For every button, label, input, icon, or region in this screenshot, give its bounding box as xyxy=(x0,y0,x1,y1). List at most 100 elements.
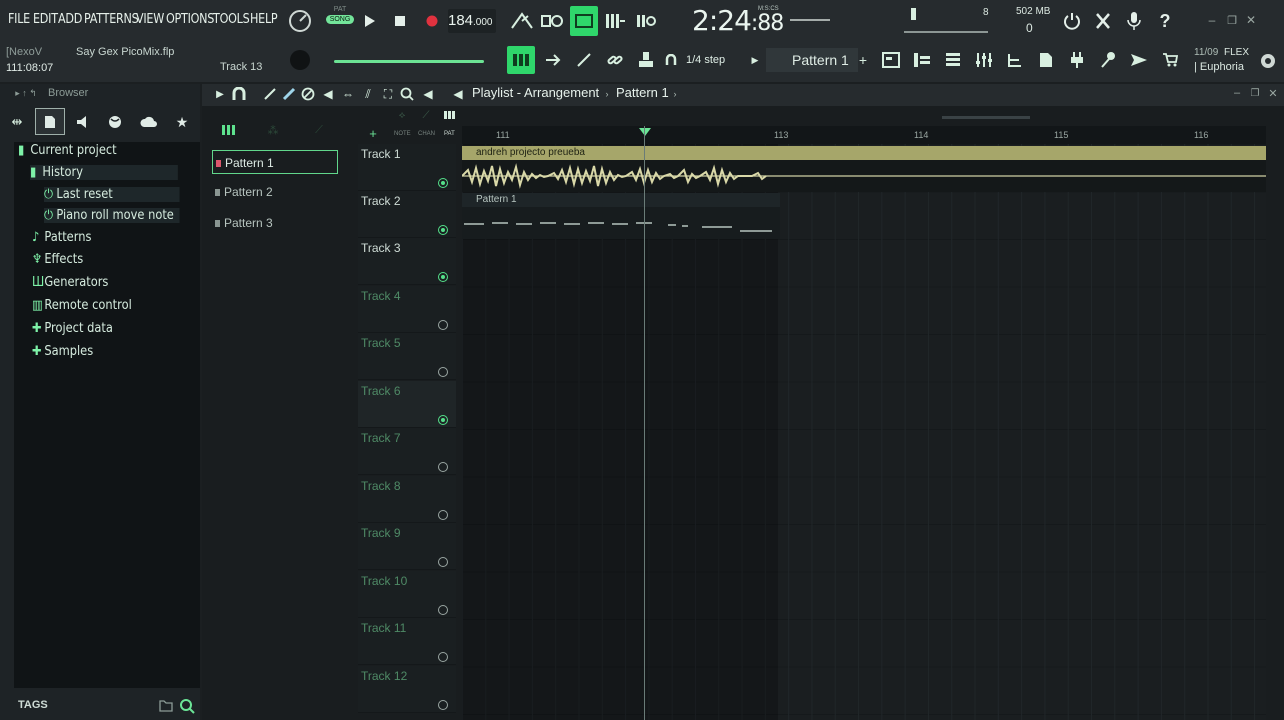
piano-roll-icon[interactable] xyxy=(880,50,902,70)
track-mute-led[interactable] xyxy=(438,415,448,425)
delete-tool-icon[interactable] xyxy=(300,86,316,102)
master-pitch-slider[interactable] xyxy=(334,60,484,63)
playlist-close-icon[interactable]: ✕ xyxy=(1266,86,1280,100)
pencil-icon[interactable] xyxy=(573,50,595,70)
playhead-marker-icon[interactable] xyxy=(638,127,652,137)
track-mute-led[interactable] xyxy=(438,652,448,662)
channel-picker-icon[interactable]: ⟋ xyxy=(418,108,434,122)
tags-label[interactable]: TAGS xyxy=(18,699,48,711)
audio-clip-waveform[interactable] xyxy=(461,160,1266,192)
flex-preset-name[interactable]: | Euphoria xyxy=(1194,61,1244,73)
maximize-icon[interactable]: ❐ xyxy=(1224,12,1240,28)
pitch-knob-icon[interactable] xyxy=(286,46,314,74)
wait-input-icon[interactable] xyxy=(540,10,564,32)
step-edit-icon[interactable] xyxy=(603,10,627,32)
track-mute-led[interactable] xyxy=(438,605,448,615)
tree-item-project-data[interactable]: ✚ Project data xyxy=(32,321,113,336)
track-header-5[interactable]: Track 5 xyxy=(358,333,456,380)
track-header-10[interactable]: Track 10 xyxy=(358,571,456,618)
playlist-expand-icon[interactable]: ◀ xyxy=(450,86,466,102)
folder-icon[interactable] xyxy=(158,698,174,714)
pattern-item-2[interactable]: Pattern 2 xyxy=(212,180,338,204)
arrow-right-icon[interactable] xyxy=(542,50,564,70)
plugin-tree-icon[interactable] xyxy=(1004,50,1026,70)
tree-item-remote-control[interactable]: ▥Remote control xyxy=(32,298,132,313)
snap-step-label[interactable]: 1/4 step xyxy=(686,54,725,66)
tree-item-samples[interactable]: ✚ Samples xyxy=(32,344,93,359)
speaker-tab-icon[interactable] xyxy=(73,112,93,132)
close-icon[interactable]: ✕ xyxy=(1243,12,1259,28)
audio-clip-title[interactable]: andreh projecto preueba xyxy=(462,146,1266,160)
picker-automation-icon[interactable]: ⟋ xyxy=(310,122,328,138)
track-header-9[interactable]: Track 9 xyxy=(358,523,456,570)
zoom-tool-icon[interactable] xyxy=(399,86,415,102)
loop-record-icon[interactable] xyxy=(634,10,658,32)
pattern-item-1[interactable]: Pattern 1 xyxy=(212,150,338,174)
track-header-6[interactable]: Track 6 xyxy=(358,381,456,428)
tree-item-history[interactable]: ▮ History xyxy=(30,165,178,180)
pattern-picker-icon[interactable] xyxy=(442,108,458,122)
menu-edit[interactable]: EDIT xyxy=(33,12,58,27)
mic-tool-icon[interactable] xyxy=(1097,50,1119,70)
star-tab-icon[interactable]: ★ xyxy=(172,112,192,132)
mute-tool-icon[interactable]: ◀ xyxy=(320,86,336,102)
cloud-tab-icon[interactable] xyxy=(138,112,160,132)
track-header-1[interactable]: Track 1 xyxy=(358,144,456,191)
stamp-icon[interactable] xyxy=(635,50,657,70)
play-icon[interactable] xyxy=(362,12,378,30)
channel-rack-icon[interactable] xyxy=(911,50,933,70)
track-mute-led[interactable] xyxy=(438,320,448,330)
add-track-icon[interactable]: + xyxy=(366,126,380,141)
paint-tool-icon[interactable] xyxy=(281,86,297,102)
horizontal-scrollbar[interactable] xyxy=(942,116,1030,119)
track-mute-led[interactable] xyxy=(438,462,448,472)
globe-tab-icon[interactable] xyxy=(105,112,125,132)
metronome-icon[interactable] xyxy=(510,10,534,32)
track-header-7[interactable]: Track 7 xyxy=(358,428,456,475)
menu-view[interactable]: VIEW xyxy=(136,12,164,27)
playlist-current-pattern[interactable]: Pattern 1 xyxy=(616,85,669,100)
stop-icon[interactable] xyxy=(392,13,408,29)
browser-nav-icon[interactable]: ▸ ↑ ↰ xyxy=(6,87,46,99)
track-header-8[interactable]: Track 8 xyxy=(358,476,456,523)
playlist-maximize-icon[interactable]: ❐ xyxy=(1248,86,1262,100)
track-mute-led[interactable] xyxy=(438,225,448,235)
timeline-ruler[interactable]: 111 113 114 115 116 xyxy=(462,126,1266,144)
add-pattern-icon[interactable]: + xyxy=(856,52,870,68)
track-header-4[interactable]: Track 4 xyxy=(358,286,456,333)
track-mute-led[interactable] xyxy=(438,272,448,282)
pattern-prev-icon[interactable]: ▶ xyxy=(748,53,762,67)
pattern-clip-notes[interactable] xyxy=(462,207,780,239)
playlist-minimize-icon[interactable]: – xyxy=(1230,86,1244,100)
tree-item-piano-roll-move-note[interactable]: ⏻ Piano roll move note xyxy=(44,208,180,223)
menu-options[interactable]: OPTIONS xyxy=(166,12,214,27)
link-icon[interactable] xyxy=(604,50,626,70)
picker-audio-icon[interactable]: ⁂ xyxy=(262,122,284,138)
slip-tool-icon[interactable]: ⇔ xyxy=(340,86,356,102)
track-mute-led[interactable] xyxy=(438,367,448,377)
pattern-item-3[interactable]: Pattern 3 xyxy=(212,211,338,235)
audio-settings-icon[interactable] xyxy=(1092,10,1114,32)
collapse-icon[interactable]: ⇹ xyxy=(7,112,27,132)
tree-item-current-project[interactable]: ▮ Current project xyxy=(18,143,117,158)
track-header-3[interactable]: Track 3 xyxy=(358,238,456,285)
minimize-icon[interactable]: – xyxy=(1204,12,1220,28)
pattern-song-toggle[interactable]: PAT SONG xyxy=(326,6,354,34)
draw-tool-icon[interactable] xyxy=(262,86,278,102)
track-header-11[interactable]: Track 11 xyxy=(358,618,456,665)
file-icon[interactable] xyxy=(1035,50,1057,70)
track-header-2[interactable]: Track 2 xyxy=(358,191,456,238)
track-header-12[interactable]: Track 12 xyxy=(358,666,456,713)
shop-cart-icon[interactable] xyxy=(1159,50,1181,70)
master-volume-knob-icon[interactable] xyxy=(286,7,314,35)
playlist-menu-icon[interactable]: ▶ xyxy=(214,86,226,102)
pattern-selector[interactable]: Pattern 1 xyxy=(766,48,858,72)
slice-tool-icon[interactable]: ⫽ xyxy=(360,86,376,102)
picker-piano-icon[interactable] xyxy=(220,122,238,138)
record-icon[interactable] xyxy=(424,13,440,29)
step-sequencer-icon[interactable] xyxy=(942,50,964,70)
flex-preview-icon[interactable] xyxy=(1258,51,1278,71)
menu-patterns[interactable]: PATTERNS xyxy=(84,12,139,27)
menu-file[interactable]: FILE xyxy=(8,12,30,27)
power-icon[interactable] xyxy=(1061,10,1083,32)
